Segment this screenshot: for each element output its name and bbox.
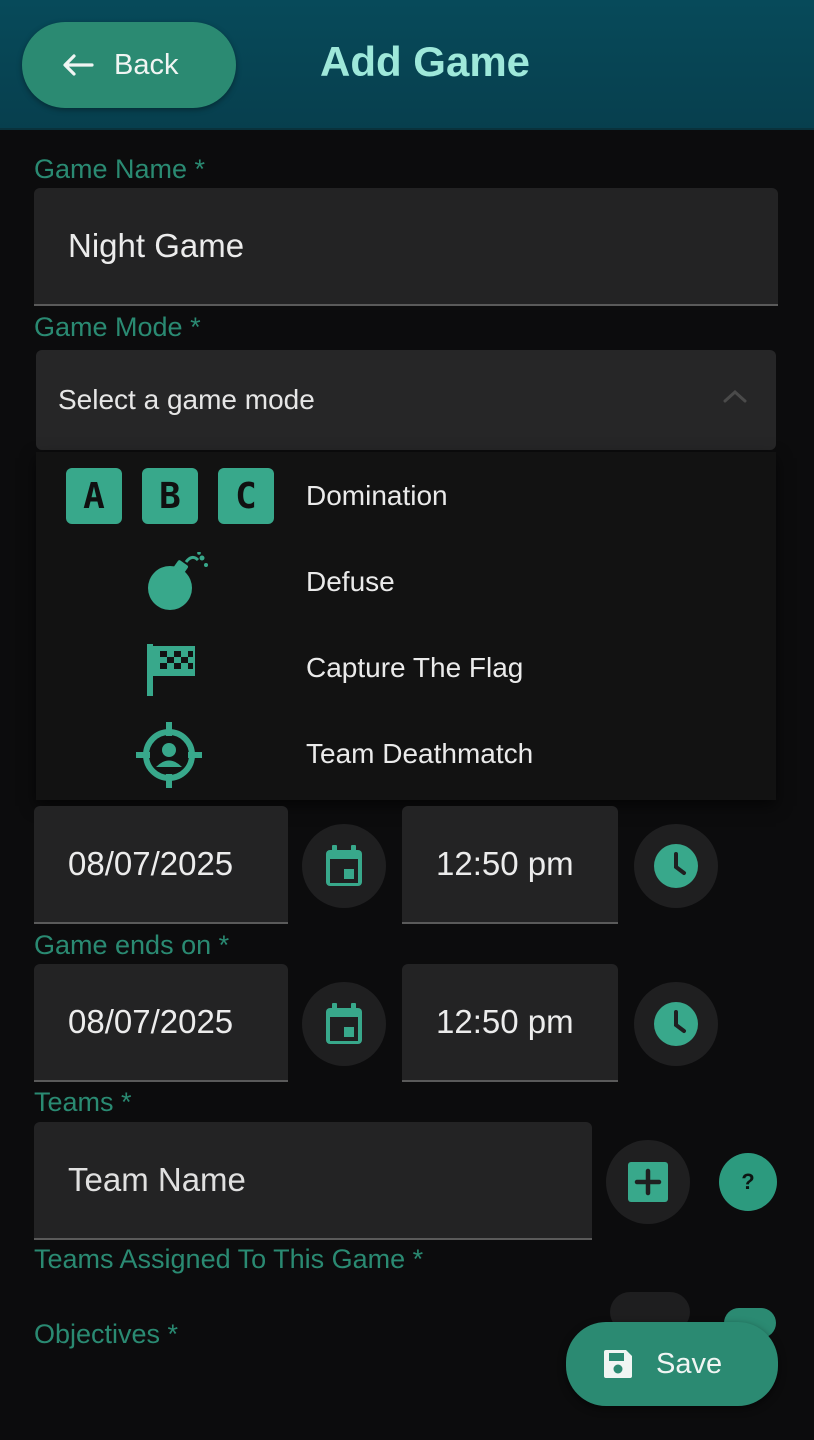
teams-label: Teams *: [34, 1087, 132, 1117]
calendar-icon: [326, 1003, 362, 1044]
calendar-icon: [326, 845, 362, 886]
start-time-picker-button[interactable]: [634, 824, 718, 908]
game-name-input[interactable]: Night Game: [34, 188, 778, 306]
teams-assigned-label: Teams Assigned To This Game *: [34, 1244, 424, 1274]
teams-help-button[interactable]: ?: [719, 1153, 777, 1211]
plus-box-icon: [628, 1162, 668, 1202]
save-label: Save: [656, 1347, 723, 1380]
floppy-disk-icon: [604, 1350, 632, 1378]
option-label: Domination: [306, 480, 448, 511]
option-label: Team Deathmatch: [306, 738, 534, 769]
clock-icon: [654, 844, 698, 888]
crosshair-person-icon: [136, 722, 202, 788]
end-date-input[interactable]: 08/07/2025: [34, 964, 288, 1082]
objectives-label: Objectives *: [34, 1319, 179, 1349]
start-date-picker-button[interactable]: [302, 824, 386, 908]
checkered-flag-icon: [147, 644, 195, 696]
clock-icon: [654, 1002, 698, 1046]
option-defuse[interactable]: Defuse: [36, 538, 776, 624]
page-title: Add Game: [320, 38, 531, 85]
save-button[interactable]: Save: [566, 1322, 778, 1406]
option-capture-the-flag[interactable]: Capture The Flag: [36, 624, 776, 710]
end-date-picker-button[interactable]: [302, 982, 386, 1066]
option-team-deathmatch[interactable]: Team Deathmatch: [36, 710, 776, 796]
team-name-input[interactable]: Team Name: [34, 1122, 592, 1240]
end-time-picker-button[interactable]: [634, 982, 718, 1066]
bomb-icon: [148, 552, 208, 610]
option-domination[interactable]: A B C Domination: [36, 452, 776, 538]
game-name-label: Game Name *: [34, 154, 206, 184]
game-mode-dropdown: A B C Domination Defuse Capture The Flag: [36, 452, 776, 800]
game-mode-placeholder: Select a game mode: [58, 384, 315, 415]
back-button[interactable]: Back: [22, 22, 236, 108]
letter-c-icon: C: [218, 468, 274, 524]
option-label: Capture The Flag: [306, 652, 524, 683]
game-ends-label: Game ends on *: [34, 930, 230, 960]
app-header: Back Add Game: [0, 0, 814, 130]
back-label: Back: [114, 48, 179, 81]
start-date-input[interactable]: 08/07/2025: [34, 806, 288, 924]
end-time-input[interactable]: 12:50 pm: [402, 964, 618, 1082]
arrow-left-icon: [63, 54, 94, 76]
option-label: Defuse: [306, 566, 395, 597]
letter-b-icon: B: [142, 468, 198, 524]
game-mode-label: Game Mode *: [34, 312, 201, 342]
chevron-up-icon: [723, 389, 747, 403]
add-team-button[interactable]: [606, 1140, 690, 1224]
start-time-input[interactable]: 12:50 pm: [402, 806, 618, 924]
game-mode-select[interactable]: Select a game mode: [36, 350, 776, 450]
letter-a-icon: A: [66, 468, 122, 524]
